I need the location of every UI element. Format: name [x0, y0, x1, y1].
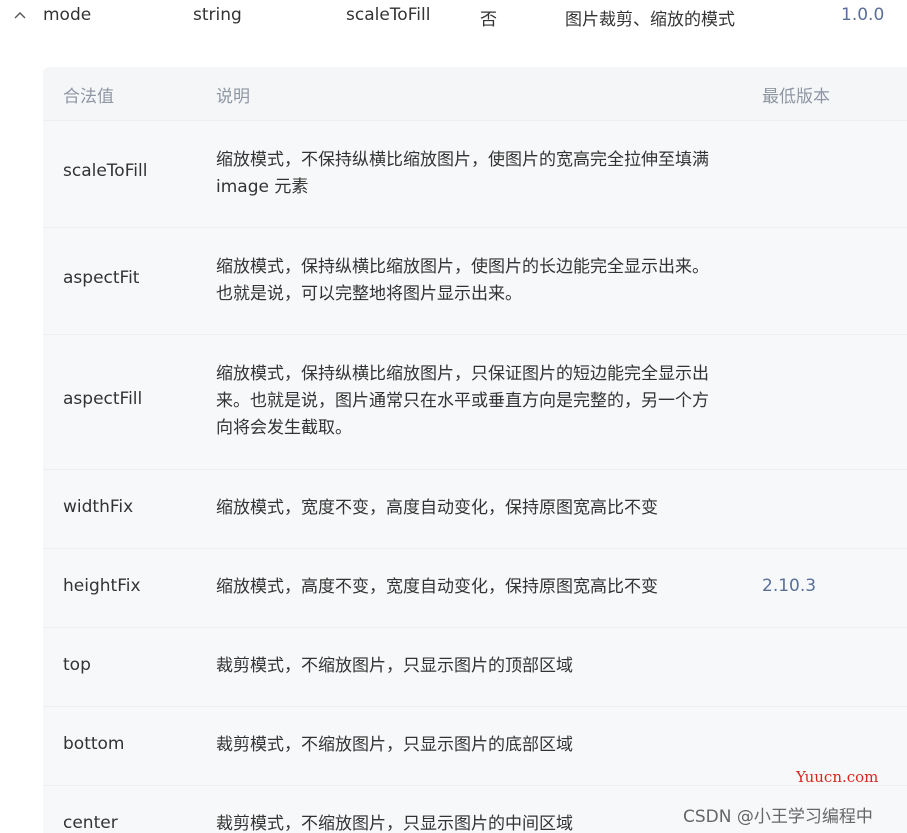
values-table: 合法值 说明 最低版本 scaleToFill 缩放模式，不保持纵横比缩放图片，… — [43, 67, 907, 833]
row-description: 缩放模式，宽度不变，高度自动变化，保持原图宽高比不变 — [216, 498, 658, 518]
row-description: 缩放模式，不保持纵横比缩放图片，使图片的宽高完全拉伸至填满 image 元素 — [216, 150, 709, 197]
row-description: 缩放模式，保持纵横比缩放图片，使图片的长边能完全显示出来。也就是说，可以完整地将… — [216, 257, 709, 304]
docs-page: mode string scaleToFill 否 图片裁剪、缩放的模式 1.0… — [0, 0, 907, 833]
author-watermark: CSDN @小王学习编程中 — [683, 807, 873, 827]
property-default: scaleToFill — [346, 5, 431, 25]
table-row: top 裁剪模式，不缩放图片，只显示图片的顶部区域 — [43, 628, 907, 707]
table-row: scaleToFill 缩放模式，不保持纵横比缩放图片，使图片的宽高完全拉伸至填… — [43, 121, 907, 228]
table-row: heightFix 缩放模式，高度不变，宽度自动变化，保持原图宽高比不变 2.1… — [43, 549, 907, 628]
chevron-up-icon[interactable] — [13, 8, 27, 22]
table-row: aspectFill 缩放模式，保持纵横比缩放图片，只保证图片的短边能完全显示出… — [43, 335, 907, 470]
row-value: top — [63, 655, 91, 675]
header-value: 合法值 — [63, 87, 114, 107]
row-description: 裁剪模式，不缩放图片，只显示图片的底部区域 — [216, 735, 573, 755]
table-row: aspectFit 缩放模式，保持纵横比缩放图片，使图片的长边能完全显示出来。也… — [43, 228, 907, 335]
site-watermark: Yuucn.com — [796, 768, 879, 786]
row-description: 缩放模式，高度不变，宽度自动变化，保持原图宽高比不变 — [216, 577, 658, 597]
row-value: bottom — [63, 734, 125, 754]
property-row-mode[interactable]: mode string scaleToFill 否 图片裁剪、缩放的模式 1.0… — [0, 0, 907, 34]
row-description: 裁剪模式，不缩放图片，只显示图片的顶部区域 — [216, 656, 573, 676]
row-value: aspectFit — [63, 268, 140, 288]
row-description: 裁剪模式，不缩放图片，只显示图片的中间区域 — [216, 814, 573, 833]
version-link[interactable]: 2.10.3 — [762, 576, 816, 596]
row-description: 缩放模式，保持纵横比缩放图片，只保证图片的短边能完全显示出来。也就是说，图片通常… — [216, 364, 709, 438]
table-row: widthFix 缩放模式，宽度不变，高度自动变化，保持原图宽高比不变 — [43, 470, 907, 549]
property-name: mode — [43, 5, 92, 25]
row-value: aspectFill — [63, 389, 143, 409]
property-version: 1.0.0 — [841, 5, 885, 25]
property-required: 否 — [480, 10, 497, 30]
property-type: string — [193, 5, 242, 25]
row-value: widthFix — [63, 497, 134, 517]
row-value: scaleToFill — [63, 161, 148, 181]
table-header: 合法值 说明 最低版本 — [43, 67, 907, 121]
row-value: heightFix — [63, 576, 141, 596]
row-value: center — [63, 813, 118, 833]
header-description: 说明 — [216, 87, 250, 107]
property-description: 图片裁剪、缩放的模式 — [565, 10, 735, 30]
header-version: 最低版本 — [762, 87, 830, 107]
table-row: bottom 裁剪模式，不缩放图片，只显示图片的底部区域 — [43, 707, 907, 786]
